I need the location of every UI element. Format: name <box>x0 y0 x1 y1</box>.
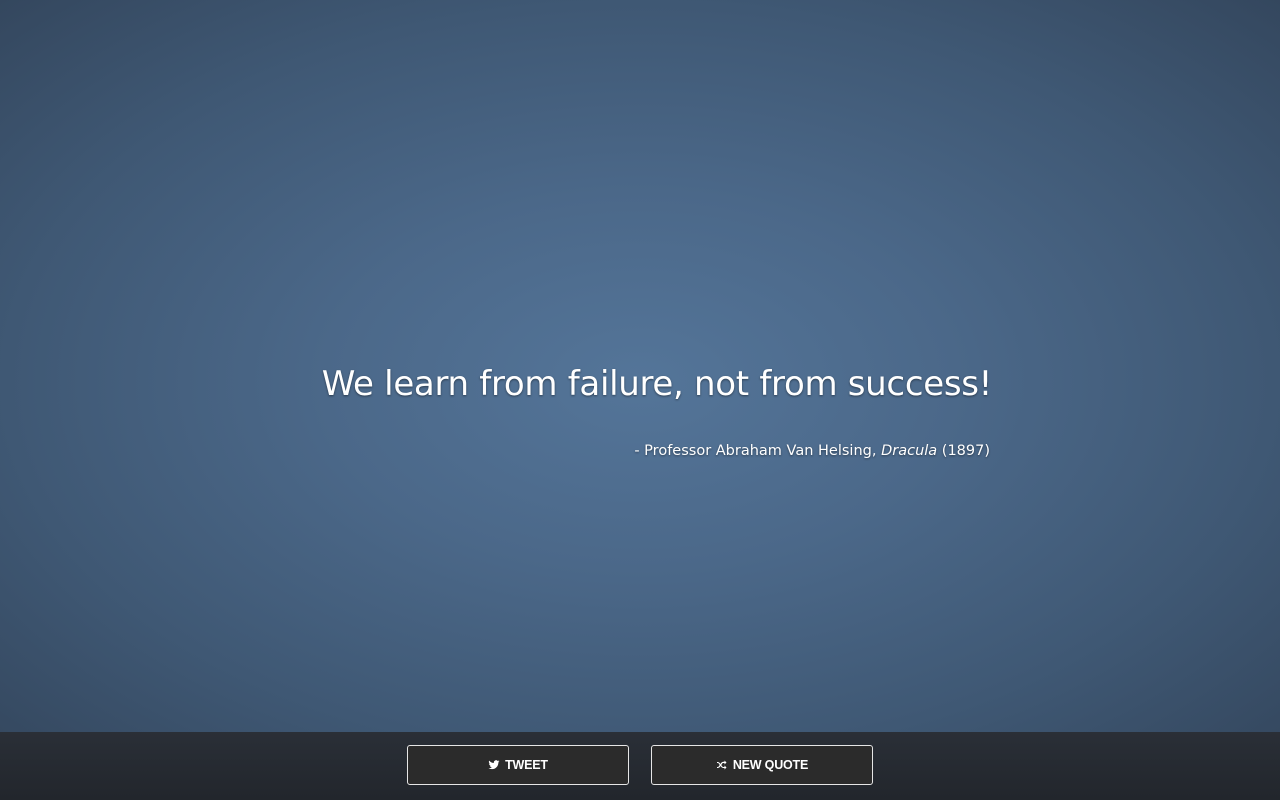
new-quote-button[interactable]: NEW QUOTE <box>651 745 873 785</box>
twitter-icon <box>488 759 500 771</box>
quote-stage: We learn from failure, not from success!… <box>0 0 1280 732</box>
attribution-author: - Professor Abraham Van Helsing, <box>634 443 882 459</box>
new-quote-button-label: NEW QUOTE <box>732 758 809 772</box>
tweet-button-label: TWEET <box>505 758 548 772</box>
attribution-work: Dracula <box>881 443 938 459</box>
quote-text: We learn from failure, not from success! <box>321 364 993 404</box>
quote-attribution: - Professor Abraham Van Helsing, Dracula… <box>634 441 990 461</box>
shuffle-icon <box>716 759 728 771</box>
quote-block: We learn from failure, not from success!… <box>290 362 993 459</box>
footer-bar: TWEET NEW QUOTE <box>0 732 1280 800</box>
attribution-year: (1897) <box>937 443 990 459</box>
tweet-button[interactable]: TWEET <box>407 745 629 785</box>
